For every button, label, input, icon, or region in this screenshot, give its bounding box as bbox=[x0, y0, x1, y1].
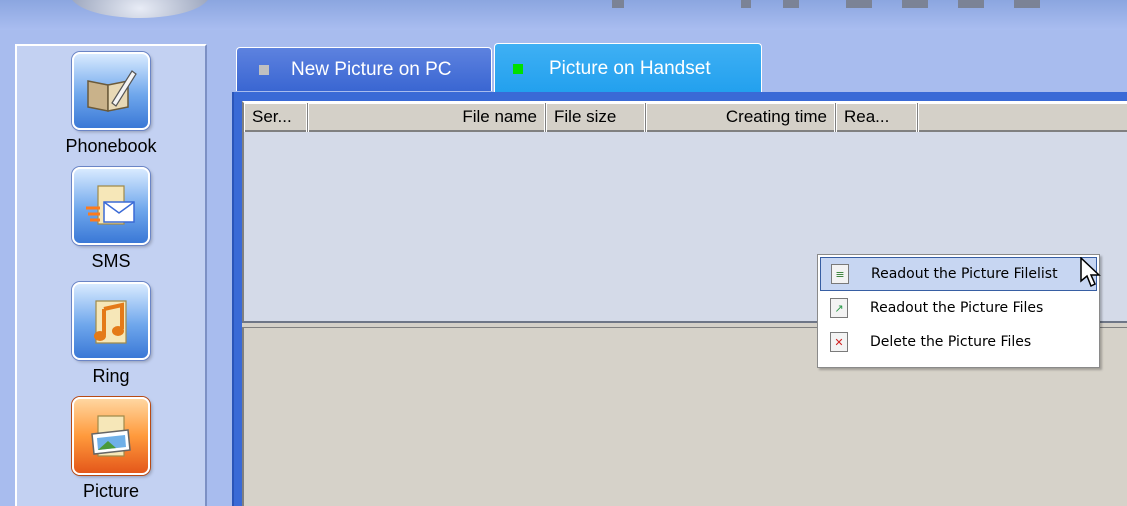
menu-item-delete-files[interactable]: ✕ Delete the Picture Files bbox=[820, 325, 1097, 359]
tab-label: Picture on Handset bbox=[549, 57, 711, 79]
sidebar-item-ring[interactable]: Ring bbox=[17, 282, 205, 387]
toolbar-fragment bbox=[902, 0, 928, 8]
column-header-read[interactable]: Rea... bbox=[836, 103, 918, 132]
music-note-icon bbox=[72, 282, 150, 360]
tab-new-picture-on-pc[interactable]: New Picture on PC bbox=[236, 47, 492, 91]
tab-picture-on-handset[interactable]: Picture on Handset bbox=[494, 43, 762, 93]
toolbar-fragment bbox=[612, 0, 624, 8]
column-header-serial[interactable]: Ser... bbox=[244, 103, 308, 132]
toolbar-fragment bbox=[846, 0, 872, 8]
file-list-header: Ser... File name File size Creating time… bbox=[244, 103, 1127, 132]
menu-item-readout-files[interactable]: ↗ Readout the Picture Files bbox=[820, 291, 1097, 325]
column-header-creating-time[interactable]: Creating time bbox=[646, 103, 836, 132]
sidebar-item-label: SMS bbox=[91, 251, 131, 271]
mouse-cursor-icon bbox=[1080, 257, 1101, 288]
menu-item-label: Readout the Picture Filelist bbox=[871, 266, 1058, 282]
menu-item-readout-filelist[interactable]: ≡ Readout the Picture Filelist bbox=[820, 257, 1097, 291]
toolbar-fragment bbox=[783, 0, 799, 8]
column-header-filler bbox=[918, 103, 1127, 132]
picture-icon bbox=[72, 397, 150, 475]
phonebook-icon bbox=[72, 52, 150, 130]
toolbar-fragment bbox=[1014, 0, 1040, 8]
sidebar-item-phonebook[interactable]: Phonebook bbox=[17, 52, 205, 157]
toolbar-fragment bbox=[958, 0, 984, 8]
tab-label: New Picture on PC bbox=[291, 58, 452, 80]
delete-file-icon: ✕ bbox=[830, 332, 848, 352]
toolbar-fragment bbox=[741, 0, 751, 8]
sidebar-item-label: Ring bbox=[92, 366, 130, 386]
tab-status-indicator bbox=[259, 64, 269, 75]
filelist-icon: ≡ bbox=[831, 264, 849, 284]
sidebar: Phonebook SMS Ring Picture bbox=[15, 44, 207, 506]
menu-item-label: Delete the Picture Files bbox=[870, 334, 1032, 350]
column-header-file-name[interactable]: File name bbox=[308, 103, 546, 132]
sidebar-item-sms[interactable]: SMS bbox=[17, 167, 205, 272]
tab-status-indicator bbox=[513, 63, 523, 74]
context-menu: ≡ Readout the Picture Filelist ↗ Readout… bbox=[817, 254, 1100, 368]
sidebar-item-label: Picture bbox=[82, 481, 140, 501]
column-header-file-size[interactable]: File size bbox=[546, 103, 646, 132]
sidebar-item-label: Phonebook bbox=[65, 136, 157, 156]
sms-envelope-icon bbox=[72, 167, 150, 245]
menu-item-label: Readout the Picture Files bbox=[870, 300, 1044, 316]
picture-file-icon: ↗ bbox=[830, 298, 848, 318]
sidebar-item-picture[interactable]: Picture bbox=[17, 397, 205, 502]
